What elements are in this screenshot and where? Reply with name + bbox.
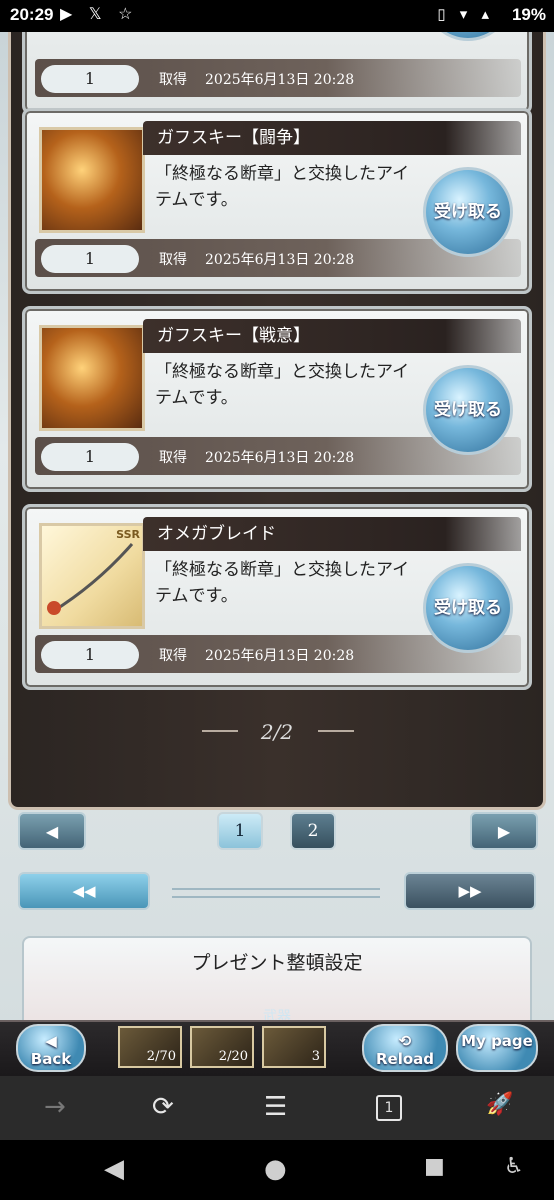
first-page-button[interactable]: ◀◀ — [18, 872, 150, 910]
card-quantity: 1 — [41, 65, 139, 93]
card-acquired-date: 2025年6月13日 20:28 — [205, 252, 355, 268]
card-acquired-label: 取得 — [159, 648, 187, 664]
reload-icon: ⟲ — [398, 1032, 412, 1050]
page-button-2[interactable]: 2 — [290, 812, 336, 850]
card-acquired-date: 2025年6月13日 20:28 — [205, 72, 355, 88]
card-description: 「終極なる断章」と交換したアイテムです。 — [155, 164, 410, 210]
mypage-label: My page — [461, 1032, 533, 1050]
nav-back-icon[interactable]: ◀ — [104, 1154, 124, 1184]
nav-recents-icon[interactable]: ■ — [424, 1154, 445, 1179]
accessibility-icon[interactable]: ♿ — [504, 1154, 524, 1179]
settings-label: プレゼント整頓設定 — [191, 952, 363, 974]
slot-3-count: 3 — [311, 1049, 320, 1064]
rocket-icon[interactable]: 🚀 — [486, 1092, 513, 1117]
item-blade-icon: SSR — [39, 523, 145, 629]
browser-toolbar: → ⟳ ☰ 1 🚀 — [0, 1076, 554, 1140]
card-acquired-label: 取得 — [159, 450, 187, 466]
card-quantity: 1 — [41, 641, 139, 669]
back-arrow-icon: ◀ — [45, 1032, 57, 1050]
last-page-button[interactable]: ▶▶ — [404, 872, 536, 910]
present-card: 1 取得 2025年6月13日 20:28 — [22, 32, 532, 114]
card-title: ガフスキー【闘争】 — [143, 121, 521, 155]
present-card: SSR オメガブレイド 「終極なる断章」と交換したアイテムです。 1 取得 20… — [22, 504, 532, 690]
battery-level: 19% — [511, 5, 546, 24]
forward-icon[interactable]: → — [44, 1092, 66, 1122]
present-card: ガフスキー【戦意】 「終極なる断章」と交換したアイテムです。 1 取得 2025… — [22, 306, 532, 492]
item-slot-2[interactable]: 2/20 — [190, 1026, 254, 1068]
item-key-icon — [39, 325, 145, 431]
card-acquired-label: 取得 — [159, 72, 187, 88]
notification-icons: ▶ 𝕏 ☆ — [60, 6, 139, 23]
rarity-badge: SSR — [116, 528, 140, 541]
signal-icons: ▯ ▾ ▴ — [437, 6, 494, 23]
receive-button[interactable]: 受け取る — [423, 563, 513, 653]
status-time: 20:29 — [10, 5, 54, 24]
receive-button[interactable]: 受け取る — [423, 365, 513, 455]
ornament-right — [318, 730, 354, 732]
receive-button[interactable] — [423, 32, 513, 41]
reload-label: Reload — [375, 1050, 435, 1068]
back-label: Back — [30, 1050, 72, 1068]
item-key-icon — [39, 127, 145, 233]
back-button[interactable]: ◀ Back — [16, 1024, 86, 1072]
next-page-button[interactable]: ▶ — [470, 812, 538, 850]
card-description: 「終極なる断章」と交換したアイテムです。 — [155, 560, 410, 606]
page-indicator: 2/2 — [260, 720, 294, 744]
mypage-button[interactable]: My page — [456, 1024, 538, 1072]
game-viewport: 1 取得 2025年6月13日 20:28 ガフスキー【闘争】 「終極なる断章」… — [0, 32, 554, 1076]
item-slot-1[interactable]: 2/70 — [118, 1026, 182, 1068]
card-title: オメガブレイド — [143, 517, 521, 551]
card-title: ガフスキー【戦意】 — [143, 319, 521, 353]
card-quantity: 1 — [41, 245, 139, 273]
blade-icon — [47, 543, 134, 615]
system-nav-bar: ◀ ● ■ ♿ — [0, 1140, 554, 1200]
page-button-1[interactable]: 1 — [217, 812, 263, 850]
prev-page-button[interactable]: ◀ — [18, 812, 86, 850]
slot-1-count: 2/70 — [146, 1049, 176, 1064]
refresh-icon[interactable]: ⟳ — [152, 1092, 174, 1122]
menu-icon[interactable]: ☰ — [264, 1092, 287, 1122]
card-acquired-date: 2025年6月13日 20:28 — [205, 648, 355, 664]
card-quantity: 1 — [41, 443, 139, 471]
reload-button[interactable]: ⟲ Reload — [362, 1024, 448, 1072]
card-description: 「終極なる断章」と交換したアイテムです。 — [155, 362, 410, 408]
status-bar: 20:29 ▶ 𝕏 ☆ ▯ ▾ ▴ 19% — [0, 0, 554, 32]
present-card: ガフスキー【闘争】 「終極なる断章」と交換したアイテムです。 1 取得 2025… — [22, 108, 532, 294]
pagination-row: ◀ 1 2 ▶ — [0, 812, 554, 862]
item-slot-3[interactable]: 3 — [262, 1026, 326, 1068]
slot-2-count: 2/20 — [218, 1049, 248, 1064]
game-bottom-menu: ◀ Back 2/70 2/20 3 ⟲ Reload My page — [0, 1020, 554, 1076]
tabs-count-icon[interactable]: 1 — [376, 1095, 402, 1121]
card-acquired-date: 2025年6月13日 20:28 — [205, 450, 355, 466]
card-acquired-label: 取得 — [159, 252, 187, 268]
divider-ornament — [172, 888, 380, 898]
nav-home-icon[interactable]: ● — [264, 1154, 287, 1184]
receive-button[interactable]: 受け取る — [423, 167, 513, 257]
